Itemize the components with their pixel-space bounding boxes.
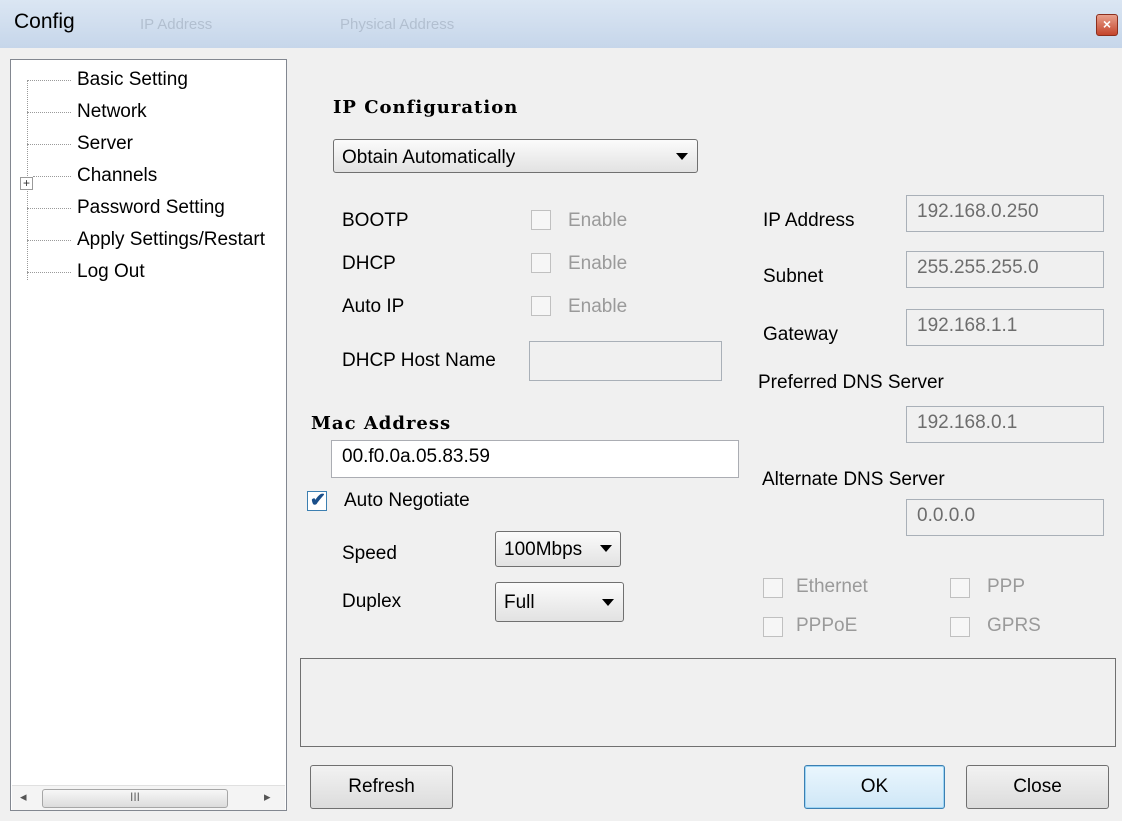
ok-button[interactable]: OK bbox=[804, 765, 945, 809]
auto-ip-label: Auto IP bbox=[342, 296, 405, 317]
tree-item-label: Server bbox=[77, 133, 133, 154]
scroll-right-icon[interactable]: ▸ bbox=[264, 789, 271, 805]
gateway-field[interactable]: 192.168.1.1 bbox=[906, 309, 1104, 346]
ip-mode-select[interactable]: Obtain Automatically bbox=[333, 139, 698, 173]
duplex-label: Duplex bbox=[342, 591, 402, 612]
bootp-enable-checkbox[interactable] bbox=[531, 210, 551, 230]
title-bar: IP Address Physical Address Config × bbox=[0, 0, 1122, 48]
preferred-dns-field[interactable]: 192.168.0.1 bbox=[906, 406, 1104, 443]
window-title: Config bbox=[14, 10, 75, 33]
ip-address-field[interactable]: 192.168.0.250 bbox=[906, 195, 1104, 232]
navigation-tree: Basic Setting Network Server Channels Pa… bbox=[10, 59, 287, 811]
tree-dots bbox=[27, 208, 71, 209]
auto-negotiate-checkbox[interactable]: ✔ bbox=[307, 490, 327, 511]
expand-plus-icon[interactable]: + bbox=[20, 177, 33, 190]
tree-item-label: Channels bbox=[77, 165, 158, 186]
refresh-button[interactable]: Refresh bbox=[310, 765, 453, 809]
config-window: IP Address Physical Address Config × Bas… bbox=[0, 0, 1122, 821]
tree-item-password-setting[interactable]: Password Setting bbox=[11, 194, 281, 222]
expander-glyph: + bbox=[22, 176, 30, 190]
horizontal-scrollbar[interactable]: ◂ III ▸ bbox=[12, 785, 285, 810]
dhcp-enable-checkbox[interactable] bbox=[531, 253, 551, 273]
tree-item-basic-setting[interactable]: Basic Setting bbox=[11, 66, 281, 94]
status-message-area bbox=[300, 658, 1116, 747]
preferred-dns-label: Preferred DNS Server bbox=[758, 372, 944, 393]
duplex-select[interactable]: Full bbox=[495, 582, 624, 622]
tree-item-log-out[interactable]: Log Out bbox=[11, 258, 281, 286]
tree-dots bbox=[27, 240, 71, 241]
speed-value: 100Mbps bbox=[504, 539, 583, 560]
speed-select[interactable]: 100Mbps bbox=[495, 531, 621, 567]
tree-item-label: Network bbox=[77, 101, 147, 122]
dhcp-host-name-label: DHCP Host Name bbox=[342, 350, 496, 371]
alternate-dns-field[interactable]: 0.0.0.0 bbox=[906, 499, 1104, 536]
tree-item-label: Password Setting bbox=[77, 197, 225, 218]
chevron-down-icon bbox=[600, 545, 612, 552]
tree-item-network[interactable]: Network bbox=[11, 98, 281, 126]
gprs-checkbox[interactable] bbox=[950, 617, 970, 637]
ppp-checkbox[interactable] bbox=[950, 578, 970, 598]
scroll-left-icon[interactable]: ◂ bbox=[20, 789, 27, 805]
mac-address-heading: Mac Address bbox=[311, 413, 452, 434]
duplex-value: Full bbox=[504, 592, 535, 613]
gprs-label: GPRS bbox=[987, 615, 1041, 636]
ghost-column-physical: Physical Address bbox=[340, 16, 455, 33]
tree-item-server[interactable]: Server bbox=[11, 130, 281, 158]
tree-item-label: Basic Setting bbox=[77, 69, 188, 90]
scroll-grip: III bbox=[129, 790, 140, 804]
ghost-column-ip: IP Address bbox=[140, 16, 213, 33]
close-button[interactable]: Close bbox=[966, 765, 1109, 809]
bootp-enable-label: Enable bbox=[568, 210, 628, 231]
auto-negotiate-label: Auto Negotiate bbox=[344, 490, 470, 511]
tree-dots bbox=[27, 272, 71, 273]
tree-dots bbox=[27, 80, 71, 81]
check-icon: ✔ bbox=[310, 490, 326, 511]
subnet-field[interactable]: 255.255.255.0 bbox=[906, 251, 1104, 288]
gateway-label: Gateway bbox=[763, 324, 838, 345]
tree-dots bbox=[27, 144, 71, 145]
pppoe-label: PPPoE bbox=[796, 615, 858, 636]
ip-mode-value: Obtain Automatically bbox=[342, 147, 516, 168]
mac-address-field[interactable]: 00.f0.0a.05.83.59 bbox=[331, 440, 739, 478]
ip-address-label: IP Address bbox=[763, 210, 855, 231]
dhcp-label: DHCP bbox=[342, 253, 396, 274]
alternate-dns-label: Alternate DNS Server bbox=[762, 469, 945, 490]
ethernet-checkbox[interactable] bbox=[763, 578, 783, 598]
close-icon[interactable]: × bbox=[1096, 14, 1118, 36]
tree-dots bbox=[27, 112, 71, 113]
ip-configuration-heading: IP Configuration bbox=[333, 97, 519, 118]
ethernet-label: Ethernet bbox=[796, 576, 868, 597]
chevron-down-icon bbox=[676, 153, 688, 160]
tree-item-label: Log Out bbox=[77, 261, 145, 282]
bootp-label: BOOTP bbox=[342, 210, 409, 231]
close-glyph: × bbox=[1102, 16, 1112, 32]
tree-dots bbox=[33, 176, 71, 177]
subnet-label: Subnet bbox=[763, 266, 824, 287]
speed-label: Speed bbox=[342, 543, 397, 564]
chevron-down-icon bbox=[602, 599, 614, 606]
dhcp-host-name-field[interactable] bbox=[529, 341, 722, 381]
auto-ip-enable-checkbox[interactable] bbox=[531, 296, 551, 316]
auto-ip-enable-label: Enable bbox=[568, 296, 628, 317]
tree-item-channels[interactable]: Channels bbox=[11, 162, 281, 190]
pppoe-checkbox[interactable] bbox=[763, 617, 783, 637]
tree-item-label: Apply Settings/Restart bbox=[77, 229, 265, 250]
scroll-thumb[interactable]: III bbox=[42, 789, 228, 808]
ppp-label: PPP bbox=[987, 576, 1026, 597]
dhcp-enable-label: Enable bbox=[568, 253, 628, 274]
tree-item-apply-settings[interactable]: Apply Settings/Restart bbox=[11, 226, 286, 254]
